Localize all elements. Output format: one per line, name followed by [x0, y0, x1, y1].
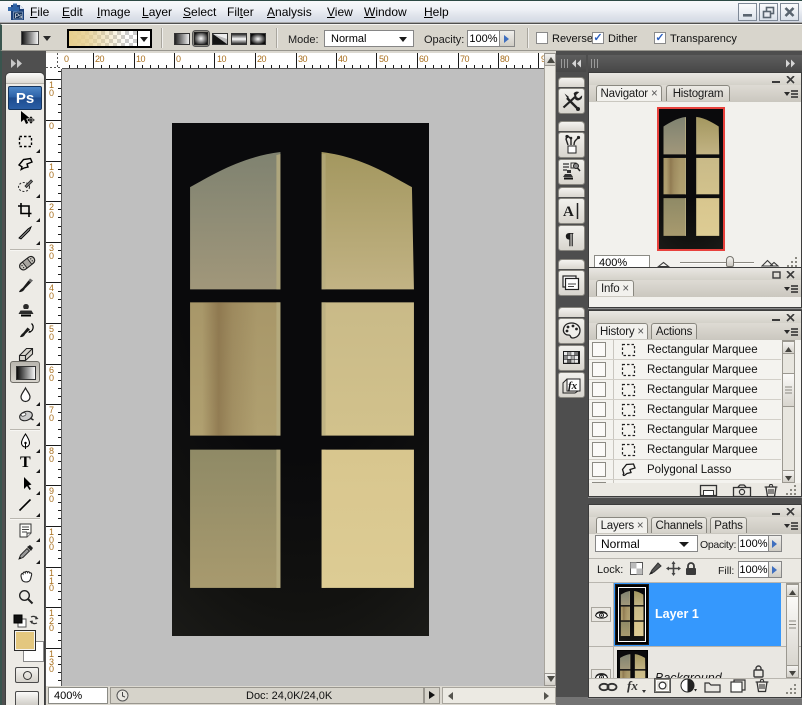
svg-text:A: A: [563, 204, 574, 220]
svg-text:fx: fx: [568, 380, 578, 392]
svg-text:¶: ¶: [565, 229, 574, 248]
svg-text:Ps: Ps: [15, 13, 23, 20]
svg-text:fx: fx: [627, 679, 638, 693]
svg-text:T: T: [20, 454, 31, 470]
